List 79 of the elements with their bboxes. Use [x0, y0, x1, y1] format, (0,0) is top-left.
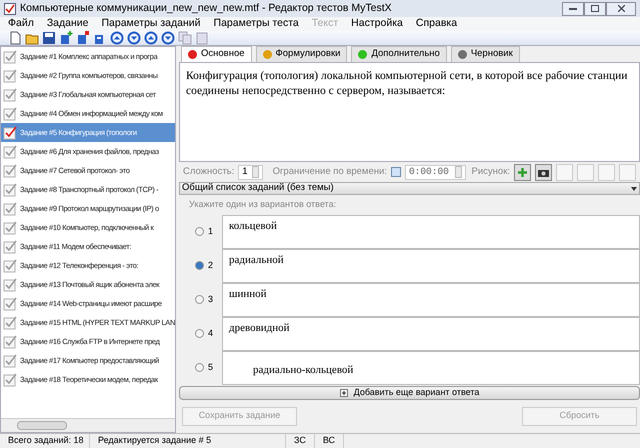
checkmark-icon — [3, 296, 18, 311]
move-up-icon[interactable] — [110, 31, 124, 45]
plus-icon — [517, 166, 528, 178]
checkmark-icon — [3, 106, 18, 121]
topic-dropdown[interactable]: Общий список заданий (без темы) — [179, 182, 640, 195]
answer-number: 2 — [208, 258, 214, 272]
add-answer-button[interactable]: Добавить еще вариант ответа — [179, 386, 640, 400]
answer-number: 3 — [208, 292, 214, 306]
time-spinner[interactable]: 0:00:00 — [404, 164, 466, 180]
answer-number: 4 — [208, 326, 214, 340]
question-text[interactable]: Конфигурация (топология) локальной компьютерной сети, в которой все рабочие станции соединены непосредственно с сервером, называется: — [179, 62, 640, 162]
checkmark-icon — [3, 239, 18, 254]
answer-field[interactable]: радиально-кольцевой — [222, 350, 640, 384]
difficulty-label: Сложность: — [183, 164, 234, 179]
picture-label: Рисунок: — [472, 164, 510, 179]
checkbox-icon — [4, 2, 16, 14]
add-task-icon[interactable] — [59, 31, 73, 45]
camera-icon — [538, 168, 549, 176]
answer-hint: Укажите один из вариантов ответа: — [188, 198, 338, 211]
checkmark-icon — [3, 87, 18, 102]
close-icon — [618, 5, 624, 12]
status-text: ЗС — [286, 434, 315, 448]
close-button[interactable] — [606, 2, 636, 16]
checkmark-icon — [3, 201, 18, 216]
radio-button[interactable] — [195, 227, 204, 236]
minimize-button[interactable] — [562, 2, 584, 16]
save-icon[interactable] — [42, 31, 56, 45]
menu-item[interactable]: Параметры теста — [214, 16, 299, 32]
tab[interactable]: Дополнительно — [351, 46, 447, 62]
checkmark-icon — [3, 220, 18, 235]
answer-field[interactable]: радиальной — [222, 248, 640, 282]
move-bottom-icon[interactable] — [161, 31, 175, 45]
checkmark-icon — [3, 68, 18, 83]
status-text: Всего заданий: 18 — [0, 434, 90, 448]
checkmark-icon — [3, 125, 18, 140]
radio-button[interactable] — [195, 295, 204, 304]
plus-icon — [340, 388, 348, 396]
answer-field[interactable]: кольцевой — [222, 214, 640, 248]
radio-button[interactable] — [195, 363, 204, 372]
maximize-icon — [591, 5, 599, 12]
paste-icon[interactable] — [195, 31, 209, 45]
menu-item[interactable]: Настройка — [351, 16, 403, 32]
radio-button[interactable] — [195, 261, 204, 270]
move-top-icon[interactable] — [144, 31, 158, 45]
time-limit-label: Ограничение по времени: — [272, 164, 387, 179]
checkmark-icon — [3, 315, 18, 330]
time-limit-checkbox[interactable] — [390, 167, 401, 177]
menu-item[interactable]: Параметры заданий — [101, 16, 201, 32]
tab[interactable]: Формулировки — [256, 46, 348, 62]
difficulty-spinner[interactable]: 1 — [238, 164, 263, 180]
checkmark-icon — [3, 49, 18, 64]
checkmark-icon — [3, 163, 18, 178]
camera-button[interactable] — [535, 164, 552, 180]
checkmark-icon — [3, 334, 18, 349]
radio-button[interactable] — [195, 329, 204, 338]
status-text: Редактируется задание # 5 — [90, 434, 286, 448]
checkmark-icon — [3, 144, 18, 159]
answer-field[interactable]: шинной — [222, 282, 640, 316]
checkmark-icon — [3, 372, 18, 387]
answer-number: 1 — [208, 224, 214, 238]
checkmark-icon — [3, 277, 18, 292]
menu-item[interactable]: Файл — [8, 16, 34, 32]
delete-task-icon[interactable] — [76, 31, 90, 45]
checkmark-icon — [3, 258, 18, 273]
tab[interactable]: Основное — [181, 46, 252, 62]
maximize-button[interactable] — [584, 2, 606, 16]
menu-item[interactable]: Задание — [46, 16, 88, 32]
move-down-icon[interactable] — [127, 31, 141, 45]
checkmark-icon — [3, 182, 18, 197]
caret-icon — [631, 186, 637, 190]
answer-field[interactable]: древовидной — [222, 316, 640, 350]
answer-number: 5 — [208, 360, 214, 374]
window-title: Компьютерные коммуникации_new_new_new.mtf - Редактор тестов MyTestX — [20, 0, 392, 16]
tab[interactable]: Черновик — [450, 46, 520, 62]
minimize-icon — [569, 6, 577, 10]
checkmark-icon — [3, 353, 18, 368]
status-text: ВС — [314, 434, 344, 448]
horizontal-scrollbar[interactable] — [1, 418, 175, 432]
menu-item[interactable]: Справка — [416, 16, 458, 32]
